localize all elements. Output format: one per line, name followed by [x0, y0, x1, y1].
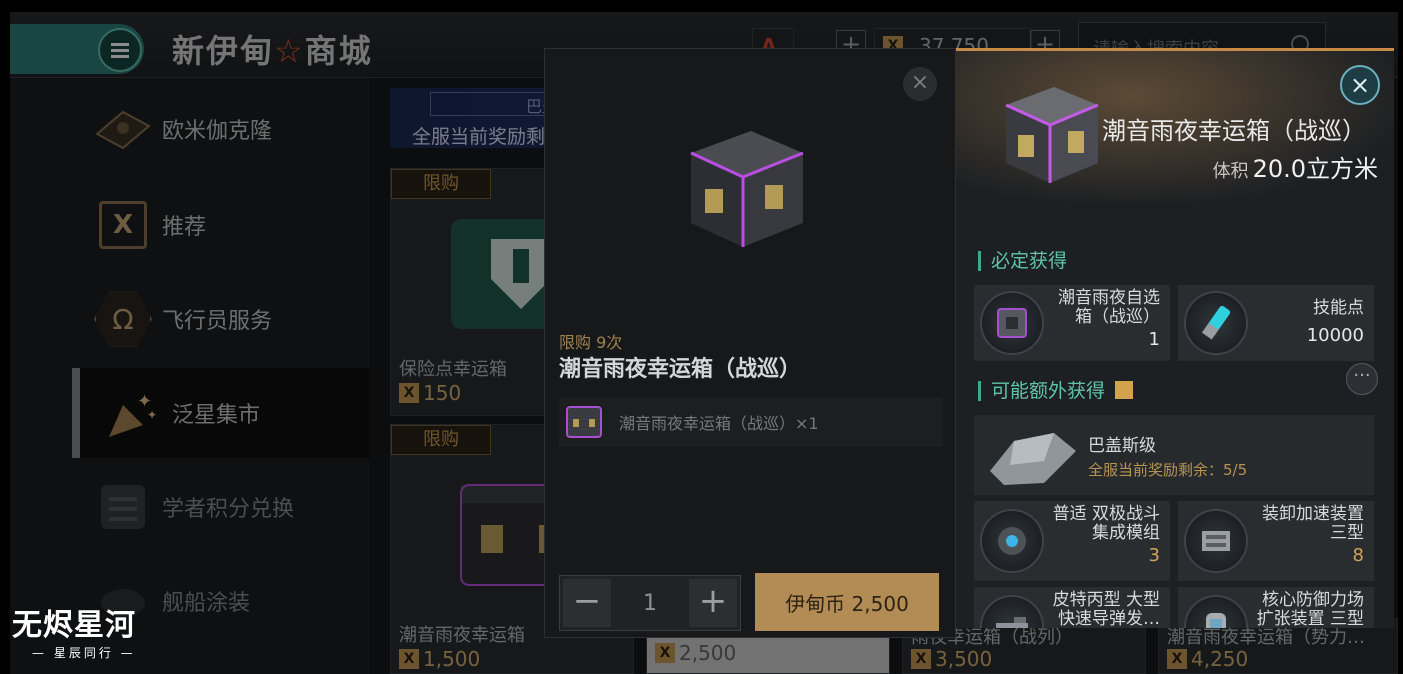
purchase-limit: 限购 9次	[559, 333, 623, 352]
game-logo: 无烬星河	[12, 608, 136, 643]
modal-item-row: 潮音雨夜幸运箱（战巡）×1	[559, 397, 943, 447]
extra-section-title: 可能额外获得	[978, 381, 1134, 401]
reward-item[interactable]: 潮音雨夜自选箱（战巡） 1	[974, 285, 1170, 361]
buy-button[interactable]: 伊甸币 2,500	[755, 573, 939, 631]
combat-module-icon	[980, 509, 1044, 573]
lucky-box-icon	[566, 406, 602, 438]
more-icon[interactable]: ···	[1346, 363, 1378, 395]
close-icon[interactable]: ×	[1340, 65, 1380, 105]
reward-item[interactable]: 技能点 10000	[1178, 285, 1374, 361]
detail-title: 潮音雨夜幸运箱（战巡）	[1102, 117, 1366, 145]
modal-title: 潮音雨夜幸运箱（战巡）	[559, 357, 802, 382]
reward-item[interactable]: 核心防御力场扩张装置 三型	[1178, 587, 1374, 628]
battleship-icon	[990, 433, 1076, 485]
increase-button[interactable]: +	[689, 579, 737, 627]
reward-item[interactable]: 普适 双极战斗集成模组 3	[974, 501, 1170, 581]
reward-detail-panel: × 潮音雨夜幸运箱（战巡） 体积 20.0立方米 必定获得 潮音雨夜自选箱（战巡）…	[956, 48, 1394, 628]
close-icon[interactable]: ×	[903, 67, 937, 101]
volume: 体积 20.0立方米	[1212, 155, 1378, 183]
skill-injector-icon	[1184, 291, 1248, 355]
loader-device-icon	[1184, 509, 1248, 573]
selection-box-icon	[980, 291, 1044, 355]
guaranteed-section-title: 必定获得	[978, 251, 1067, 271]
lucky-box-icon	[690, 131, 804, 247]
shield-extender-icon	[1184, 595, 1248, 628]
gift-icon	[1115, 381, 1134, 399]
missile-launcher-icon	[980, 595, 1044, 628]
featured-reward[interactable]: 巴盖斯级 全服当前奖励剩余：5/5	[974, 415, 1374, 495]
quantity-stepper: − 1 +	[559, 575, 741, 631]
game-window: 新伊甸☆商城 A + X 37,750 + 请输入搜索内容 欧米伽克隆 X 推荐…	[10, 12, 1398, 674]
quantity-value[interactable]: 1	[614, 591, 686, 616]
game-logo-subtitle: — 星辰同行 —	[32, 646, 136, 660]
lucky-box-icon	[1005, 87, 1099, 183]
reward-item[interactable]: 装卸加速装置 三型 8	[1178, 501, 1374, 581]
purchase-modal: × 限购 9次 潮音雨夜幸运箱（战巡） 潮音雨夜幸运箱（战巡）×1 − 1 + …	[544, 48, 956, 638]
decrease-button[interactable]: −	[563, 579, 611, 627]
reward-item[interactable]: 皮特丙型 大型快速导弹发…	[974, 587, 1170, 628]
